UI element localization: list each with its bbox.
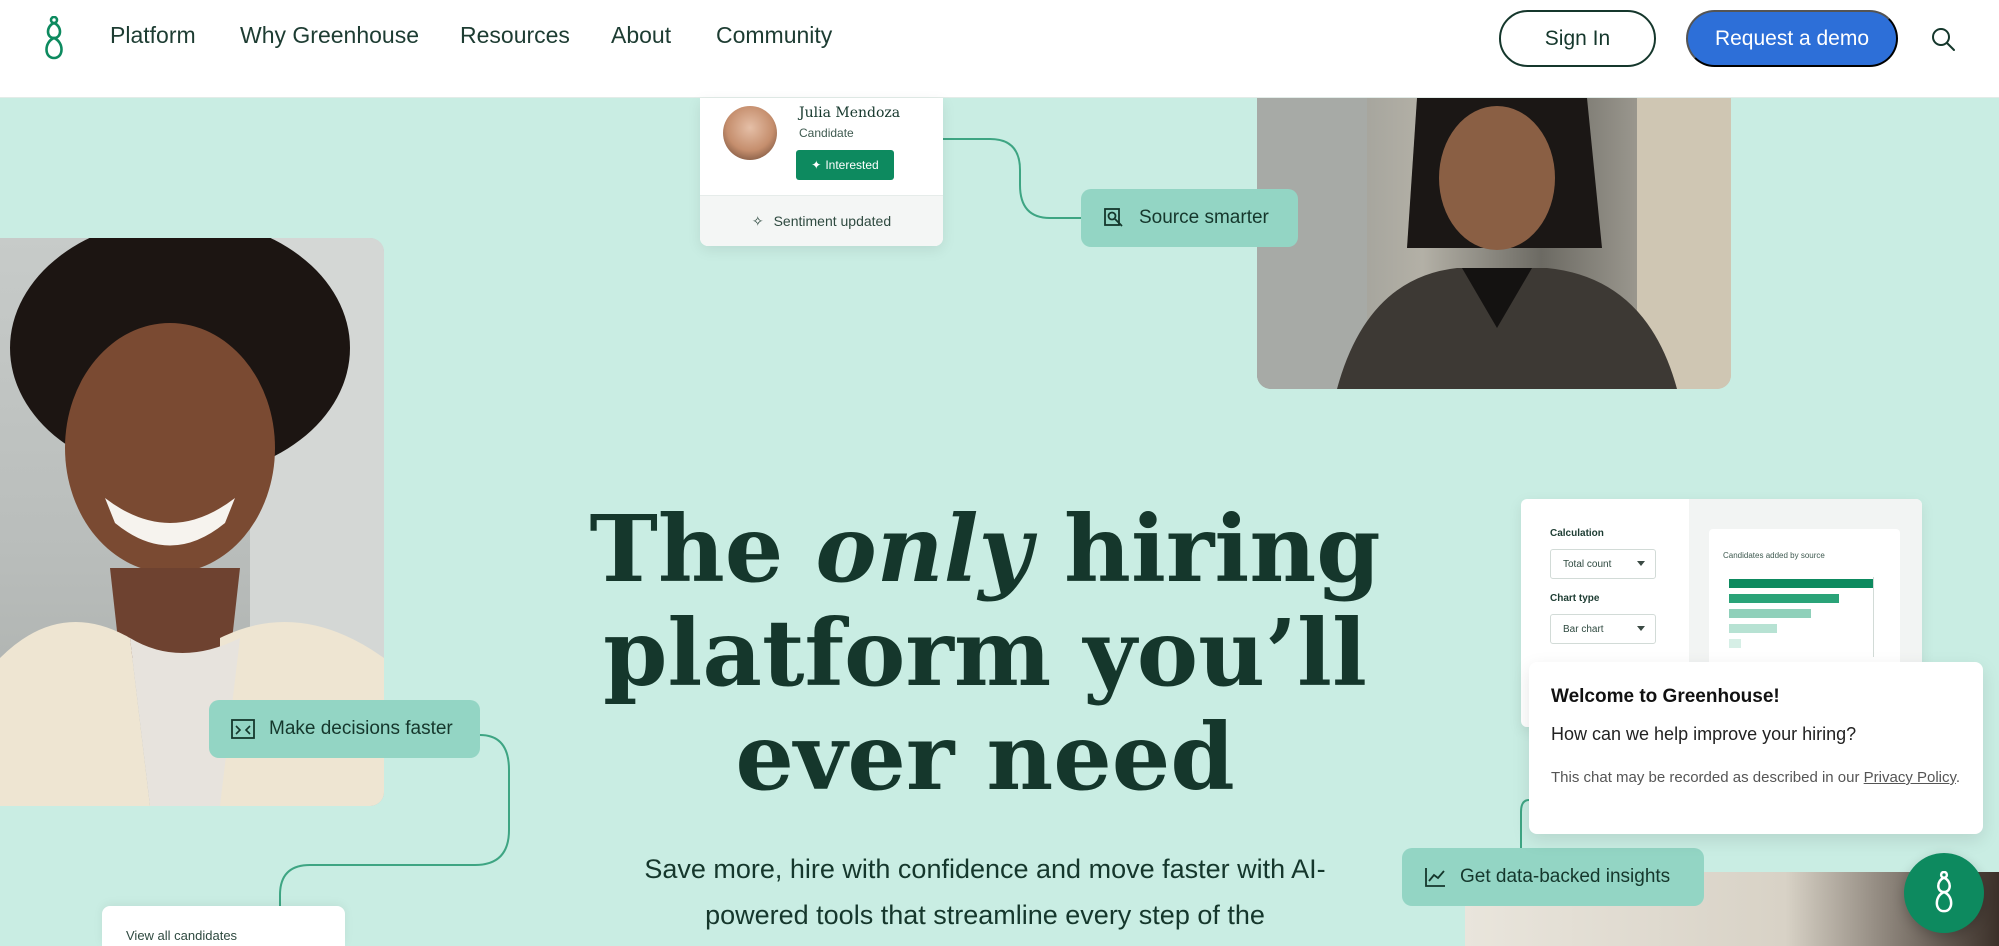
chevron-down-icon [1637, 626, 1645, 631]
chart-type-label: Chart type [1550, 593, 1600, 604]
candidate-role: Candidate [799, 126, 854, 140]
status-badge: ✦ Interested [796, 150, 894, 180]
sentiment-label: Sentiment updated [773, 213, 892, 229]
chevron-down-icon [1637, 561, 1645, 566]
chart-bar [1729, 624, 1777, 633]
calculation-label: Calculation [1550, 528, 1604, 539]
card-footer: ✧ Sentiment updated [700, 195, 943, 246]
hero-title: The only hiring platform you’ll ever nee… [585, 497, 1385, 809]
compare-icon [231, 719, 255, 739]
chart-type-value: Bar chart [1563, 623, 1604, 635]
calculation-value: Total count [1563, 558, 1612, 570]
chat-launcher-button[interactable] [1904, 853, 1984, 933]
nav-community[interactable]: Community [716, 22, 832, 49]
chart-bar [1729, 609, 1811, 618]
greenhouse-logo-icon[interactable] [42, 16, 66, 62]
nav-about[interactable]: About [611, 22, 671, 49]
chat-welcome-card: Welcome to Greenhouse! How can we help i… [1529, 662, 1983, 834]
search-icon[interactable] [1930, 26, 1956, 52]
nav-resources[interactable]: Resources [460, 22, 570, 49]
chart-axis [1873, 577, 1874, 657]
view-all-candidates-card[interactable]: View all candidates [102, 906, 345, 946]
disclaimer-end: . [1955, 769, 1961, 786]
candidate-name: Julia Mendoza [799, 105, 901, 121]
pill-label: Make decisions faster [269, 718, 453, 739]
top-navigation: Platform Why Greenhouse Resources About … [0, 0, 1999, 98]
chart-title: Candidates added by source [1723, 551, 1825, 560]
hero-title-emphasis: only [815, 495, 1033, 603]
chart-bar [1729, 639, 1741, 648]
chat-disclaimer: This chat may be recorded as described i… [1551, 766, 1971, 790]
chat-question[interactable]: How can we help improve your hiring? [1551, 724, 1856, 745]
badge-label: Interested [825, 158, 879, 172]
avatar [723, 106, 777, 160]
disclaimer-text: This chat may be recorded as described i… [1551, 769, 1864, 786]
sparkle-icon: ✧ [751, 212, 764, 229]
pill-label: Source smarter [1139, 207, 1269, 228]
calculation-select[interactable]: Total count [1550, 549, 1656, 579]
source-search-icon [1104, 208, 1123, 227]
candidate-card: Julia Mendoza Candidate ✦ Interested ✧ S… [700, 98, 943, 246]
chart-bar [1729, 579, 1873, 588]
pill-label: Get data-backed insights [1460, 866, 1671, 887]
data-insights-pill: Get data-backed insights [1402, 848, 1704, 906]
chat-logo-icon [1935, 871, 1953, 913]
hero-title-start: The [589, 495, 816, 603]
nav-why-greenhouse[interactable]: Why Greenhouse [240, 22, 419, 49]
nav-platform[interactable]: Platform [110, 22, 196, 49]
source-smarter-pill: Source smarter [1081, 189, 1298, 247]
sign-in-button[interactable]: Sign In [1499, 10, 1656, 67]
sparkle-icon: ✦ [811, 158, 822, 172]
chart-trend-icon [1425, 868, 1445, 887]
chat-title: Welcome to Greenhouse! [1551, 686, 1780, 707]
privacy-policy-link[interactable]: Privacy Policy [1864, 769, 1956, 786]
man-portrait-photo [1257, 98, 1731, 389]
hero-subtitle: Save more, hire with confidence and move… [644, 854, 1326, 930]
chart-bar [1729, 594, 1839, 603]
make-decisions-pill: Make decisions faster [209, 700, 480, 758]
chart-type-select[interactable]: Bar chart [1550, 614, 1656, 644]
request-demo-button[interactable]: Request a demo [1686, 10, 1898, 67]
view-all-label[interactable]: View all candidates [126, 928, 237, 943]
